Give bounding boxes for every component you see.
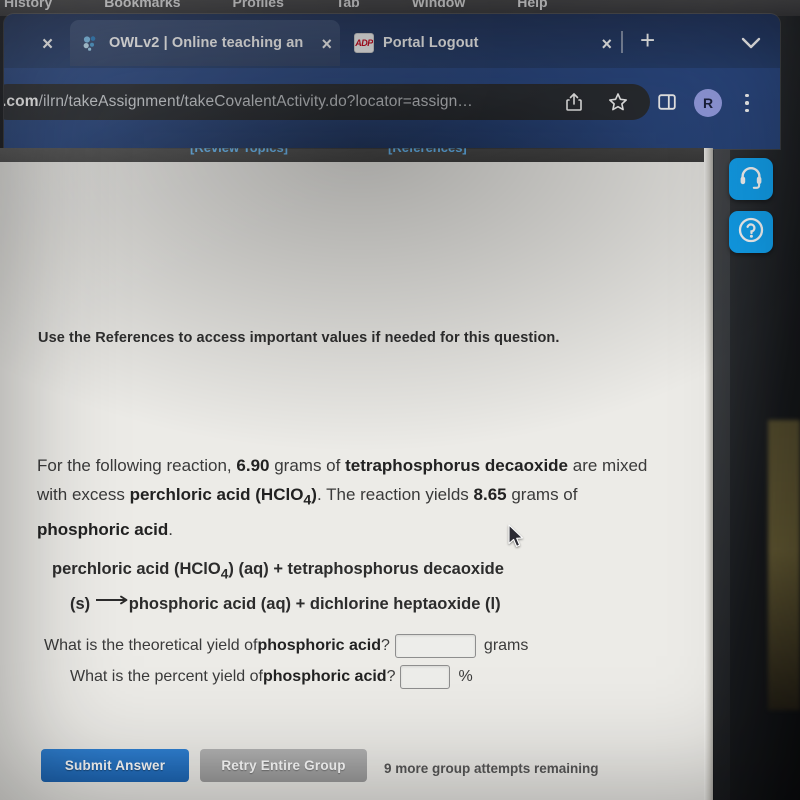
page-right-edge (704, 148, 713, 800)
menu-item-help[interactable]: Help (517, 0, 547, 10)
reactant-1-paren: ) (228, 560, 234, 578)
theoretical-yield-unit: grams (483, 637, 529, 654)
prompt-part-2: grams of (269, 456, 346, 475)
prompt-mass-yield: 8.65 (473, 485, 507, 504)
theoretical-yield-input[interactable] (394, 634, 476, 658)
instruction-text: Use the References to access important v… (38, 330, 560, 346)
prompt-part-6: . (168, 520, 174, 540)
address-bar[interactable]: .com/ilrn/takeAssignment/takeCovalentAct… (4, 84, 650, 120)
retry-entire-group-button[interactable]: Retry Entire Group (200, 749, 367, 782)
product-1-name: phosphoric acid (128, 595, 257, 614)
theoretical-yield-label-before: What is the theoretical yield of (44, 637, 258, 654)
prompt-part-1: For the following reaction, (37, 456, 237, 475)
menu-item-history[interactable]: History (4, 0, 52, 10)
web-page-content: / [Review Topics] [References] Use the R… (0, 148, 712, 800)
percent-yield-compound: phosphoric acid (262, 668, 387, 685)
help-question-icon (737, 216, 765, 249)
percent-yield-input[interactable] (400, 665, 451, 689)
star-icon[interactable] (608, 92, 628, 117)
tab-close-icon-owlv2[interactable]: × (321, 35, 332, 53)
menu-item-window[interactable]: Window (412, 0, 466, 10)
tab-strip: × OWLv2 | Online teaching an × ADP Porta… (4, 14, 780, 68)
support-headset-icon (738, 164, 764, 195)
adp-icon: ADP (354, 33, 374, 53)
owl-icon (80, 33, 100, 53)
percent-yield-label-after: ? (386, 668, 396, 685)
equation-plus-2: + (295, 595, 306, 614)
equation-plus-1: + (273, 560, 283, 578)
reactant-1-state: (aq) (238, 560, 269, 578)
browser-tab-owlv2[interactable]: OWLv2 | Online teaching an × (70, 20, 340, 66)
screenshot-root: History Bookmarks Profiles Tab Window He… (0, 0, 800, 800)
url-domain: .com (4, 93, 39, 110)
address-bar-url: .com/ilrn/takeAssignment/takeCovalentAct… (4, 93, 473, 111)
prompt-part-4: . The reaction yields (316, 485, 474, 504)
theoretical-yield-label-after: ? (381, 637, 390, 654)
prompt-mass-given: 6.90 (236, 456, 270, 475)
reactant-2-name: tetraphosphorus decaoxide (287, 560, 504, 578)
mouse-cursor-icon (508, 524, 526, 555)
percent-yield-unit: % (458, 668, 473, 685)
page-top-link-bar: / [Review Topics] [References] (0, 148, 712, 162)
reactant-1-name: perchloric acid (HClO (52, 560, 221, 578)
kebab-menu-icon[interactable] (745, 89, 749, 117)
prompt-reactant: tetraphosphorus decaoxide (345, 456, 569, 475)
share-icon[interactable] (565, 92, 583, 117)
browser-window: × OWLv2 | Online teaching an × ADP Porta… (4, 14, 780, 149)
submit-answer-button[interactable]: Submit Answer (41, 749, 189, 782)
reactant-2-state: (s) (70, 595, 91, 614)
equation-line-1: perchloric acid (HClO4) (aq) + tetraphos… (52, 554, 652, 589)
chemical-equation: perchloric acid (HClO4) (aq) + tetraphos… (52, 554, 652, 620)
prompt-excess-reagent: perchloric acid (HClO4) (129, 485, 317, 508)
prompt-product: phosphoric acid (37, 520, 169, 540)
bezel-sheen (714, 150, 730, 800)
menu-item-bookmarks[interactable]: Bookmarks (104, 0, 180, 10)
menu-item-profiles[interactable]: Profiles (233, 0, 284, 10)
review-topics-link[interactable]: [Review Topics] (190, 148, 288, 155)
support-headset-button[interactable] (729, 158, 773, 200)
product-2-name: dichlorine heptaoxide (309, 595, 481, 614)
profile-avatar[interactable]: R (694, 89, 722, 117)
tab-close-icon-portal-logout[interactable]: × (601, 35, 612, 53)
product-2-state: (l) (485, 595, 501, 614)
url-path: /ilrn/takeAssignment/takeCovalentActivit… (38, 93, 473, 110)
new-tab-button[interactable]: + (640, 27, 655, 53)
desk-background-warm (768, 420, 800, 710)
question-prompt: For the following reaction, 6.90 grams o… (37, 451, 652, 544)
theoretical-yield-compound: phosphoric acid (257, 637, 382, 654)
help-button[interactable] (729, 211, 773, 253)
tab-strip-divider (621, 31, 623, 53)
side-panel-icon[interactable] (657, 92, 677, 117)
menu-item-tab[interactable]: Tab (336, 0, 360, 10)
question-row-percent-yield: What is the percent yield of phosphoric … (70, 665, 473, 689)
browser-toolbar: .com/ilrn/takeAssignment/takeCovalentAct… (4, 68, 780, 149)
excess-reagent-name: perchloric acid (HClO (129, 485, 304, 504)
references-link[interactable]: [References] (388, 148, 467, 155)
window-close-icon[interactable]: × (42, 35, 53, 54)
chevron-down-icon[interactable] (740, 36, 762, 55)
attempts-remaining-text: 9 more group attempts remaining (384, 761, 599, 776)
browser-tab-portal-logout[interactable]: ADP Portal Logout × (344, 20, 626, 66)
percent-yield-label-before: What is the percent yield of (70, 668, 263, 685)
tab-title-owlv2: OWLv2 | Online teaching an (109, 35, 304, 51)
reaction-arrow-icon (95, 585, 129, 616)
product-1-state: (aq) (260, 595, 292, 614)
question-row-theoretical-yield: What is the theoretical yield of phospho… (44, 634, 528, 658)
tab-title-portal-logout: Portal Logout (383, 35, 479, 51)
prompt-part-5: grams of (506, 485, 578, 504)
equation-line-2: (s) phosphoric acid (aq) + dichlorine he… (52, 589, 652, 620)
